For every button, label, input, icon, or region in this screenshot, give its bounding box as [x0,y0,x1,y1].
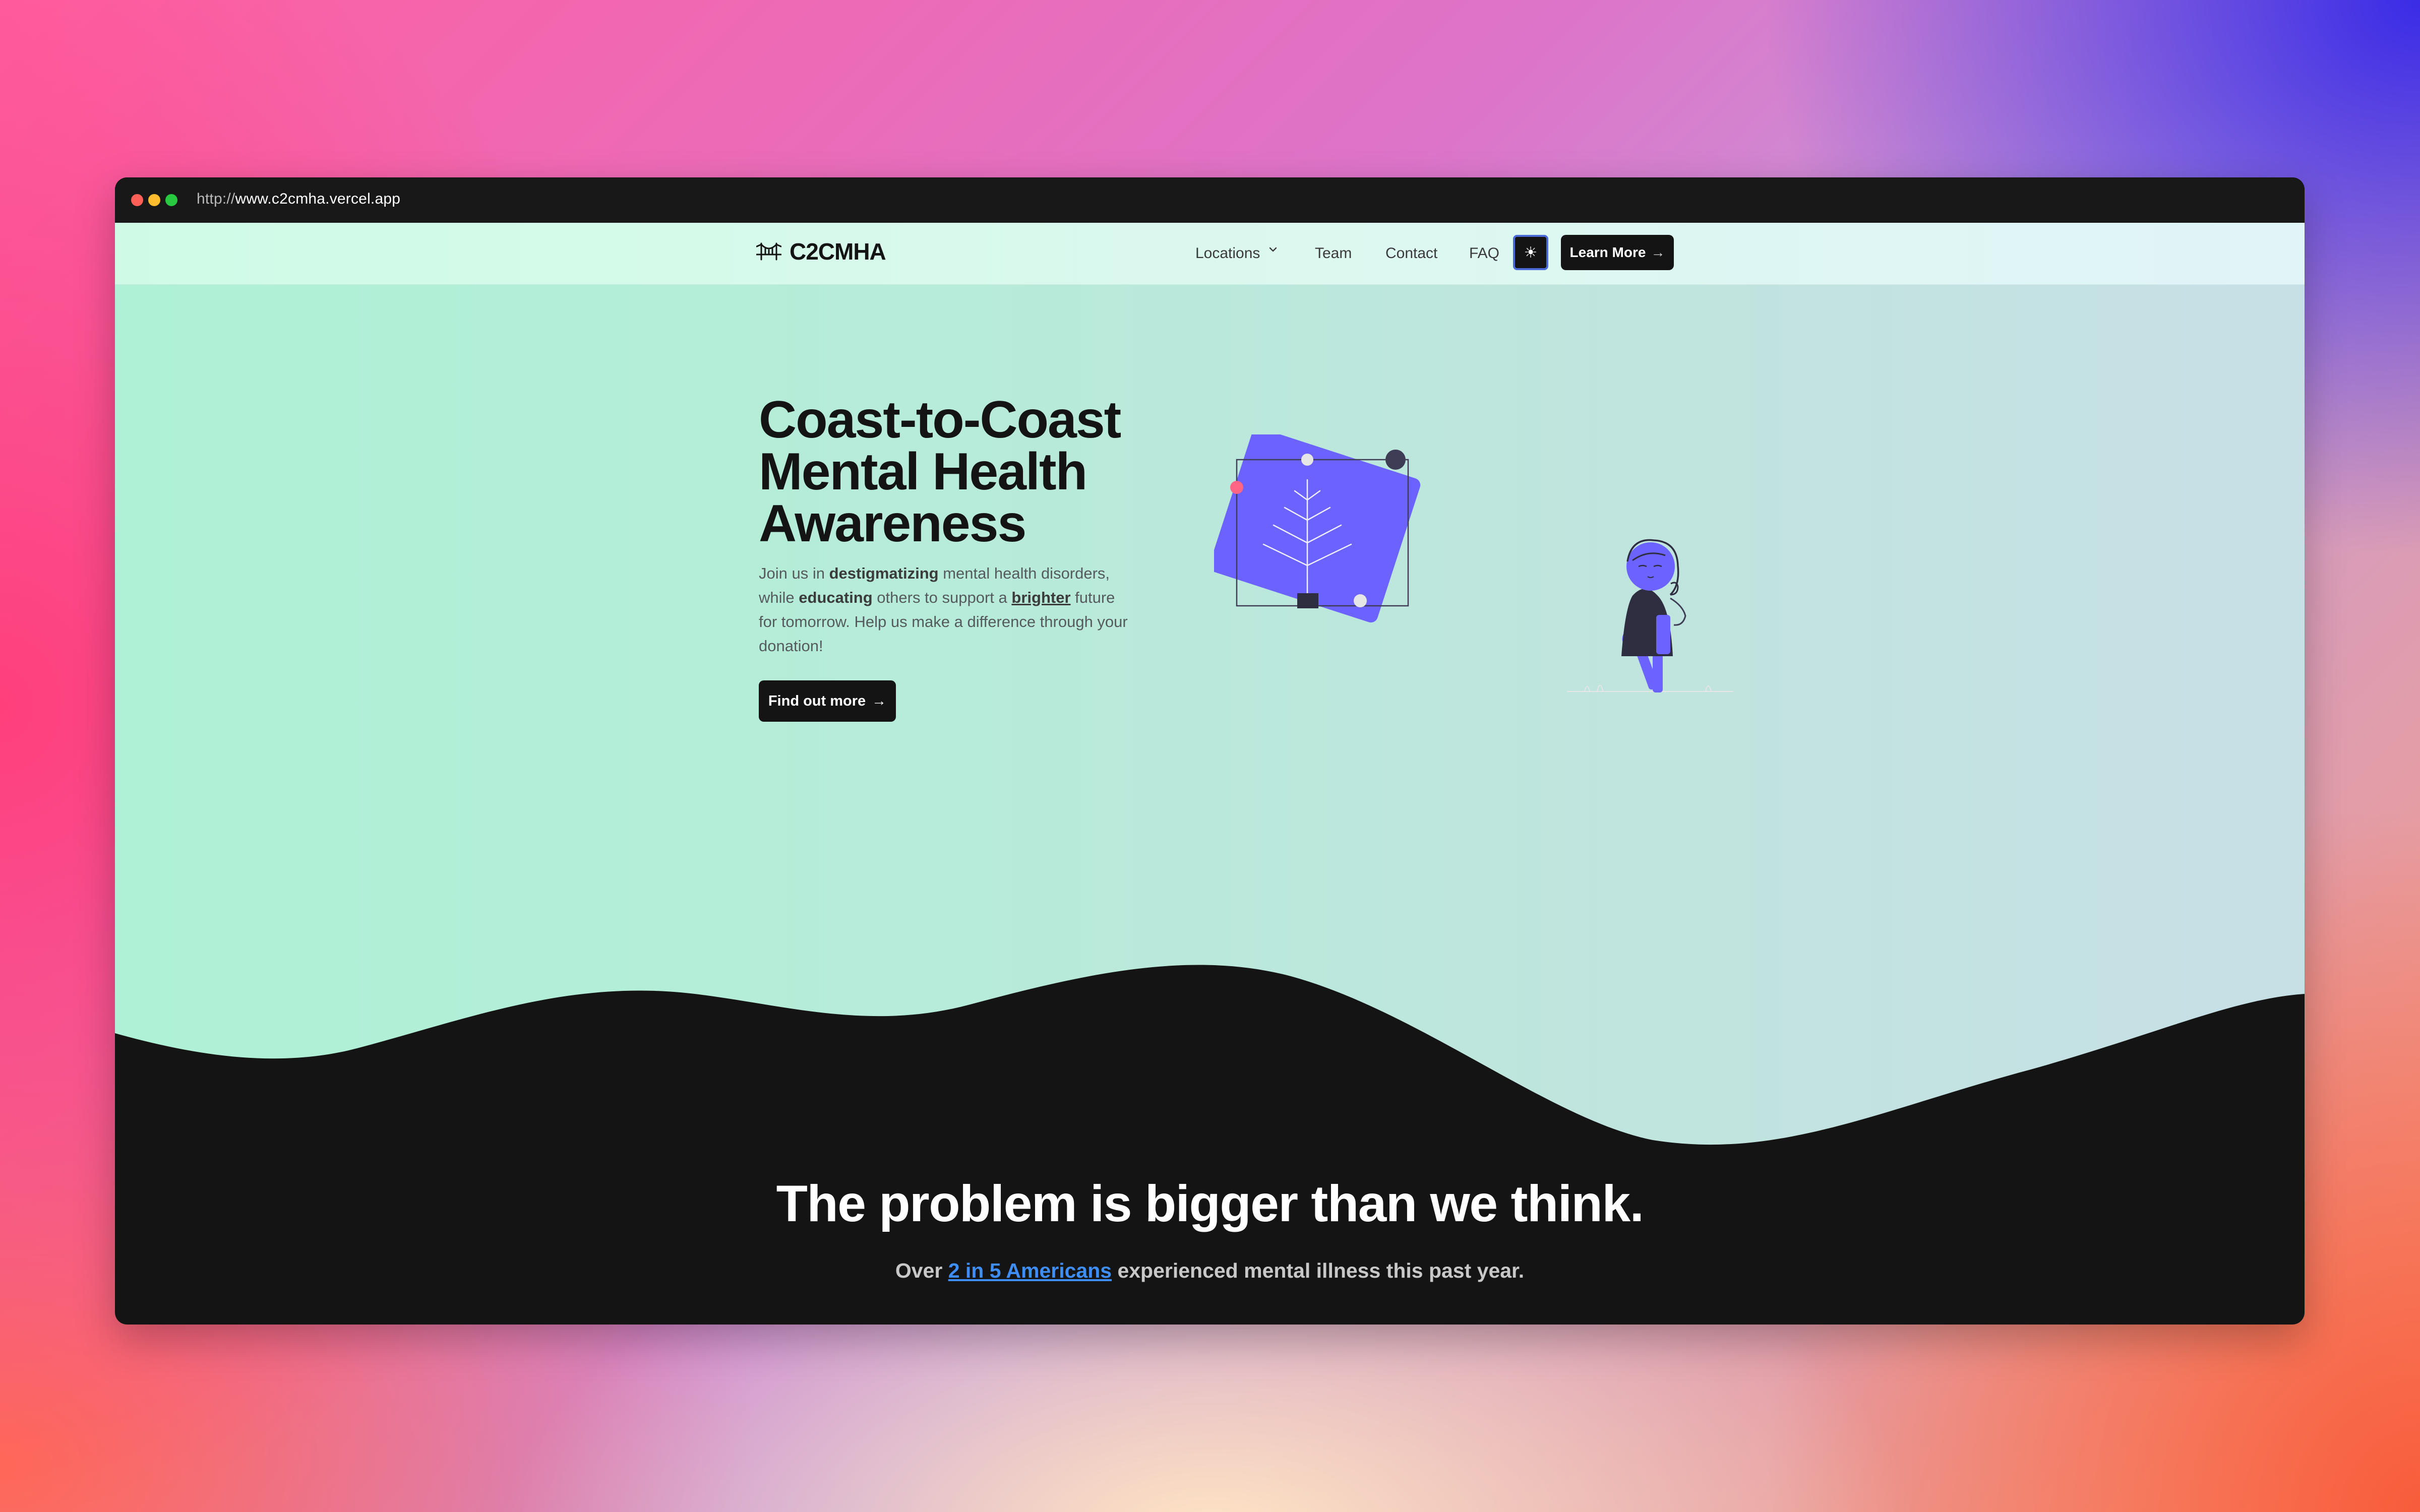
problem-sub-prefix: Over [895,1259,948,1282]
address-bar[interactable]: http://www.c2cmha.vercel.app [197,191,400,208]
webpage: C2CMHA Locations Team Contact FAQ ☀ Lear… [115,223,2305,1325]
logo-link[interactable]: C2CMHA [756,238,886,265]
hero-title-line-2: Mental Health [759,443,1087,501]
desc-text: others to support a [872,589,1012,606]
hero-title-line-1: Coast-to-Coast [759,391,1121,449]
minimize-window-button[interactable] [148,194,160,206]
problem-heading: The problem is bigger than we think. [776,1175,1644,1232]
learn-more-label: Learn More [1569,244,1646,260]
chevron-down-icon[interactable] [1267,244,1279,259]
theme-toggle-button[interactable]: ☀ [1513,235,1548,270]
bridge-icon [756,242,781,261]
person-with-plant-frame-illustration [1214,434,1733,692]
browser-titlebar: http://www.c2cmha.vercel.app [115,177,2305,223]
browser-window: http://www.c2cmha.vercel.app C2CMHA Loca… [115,177,2305,1325]
maximize-window-button[interactable] [165,194,177,206]
find-out-more-label: Find out more [768,692,866,709]
problem-sub-suffix: experienced mental illness this past yea… [1112,1259,1525,1282]
find-out-more-button[interactable]: Find out more → [759,680,896,722]
sun-icon: ☀ [1524,244,1538,261]
nav-contact[interactable]: Contact [1385,245,1437,262]
statistic-link[interactable]: 2 in 5 Americans [948,1259,1112,1282]
arrow-right-icon: → [1651,244,1665,260]
nav-locations[interactable]: Locations [1195,245,1260,262]
desc-bold-educating: educating [799,589,873,606]
hero-description: Join us in destigmatizing mental health … [759,561,1132,658]
hero-title-line-3: Awareness [759,494,1026,553]
logo-text: C2CMHA [790,238,886,265]
url-host: www.c2cmha.vercel.app [235,191,401,207]
navbar: C2CMHA Locations Team Contact FAQ ☀ Lear… [115,223,2305,285]
learn-more-button[interactable]: Learn More → [1561,235,1674,270]
nav-team[interactable]: Team [1315,245,1352,262]
url-protocol: http:// [197,191,235,207]
desc-text: Join us in [759,564,829,582]
desc-bold-destigmatizing: destigmatizing [829,564,939,582]
problem-subheading: Over 2 in 5 Americans experienced mental… [115,1259,2305,1283]
desc-underline-brighter: brighter [1011,589,1071,606]
close-window-button[interactable] [131,194,143,206]
arrow-right-icon: → [872,692,887,709]
hero-title: Coast-to-Coast Mental Health Awareness [759,394,1162,550]
nav-faq[interactable]: FAQ [1469,245,1499,262]
